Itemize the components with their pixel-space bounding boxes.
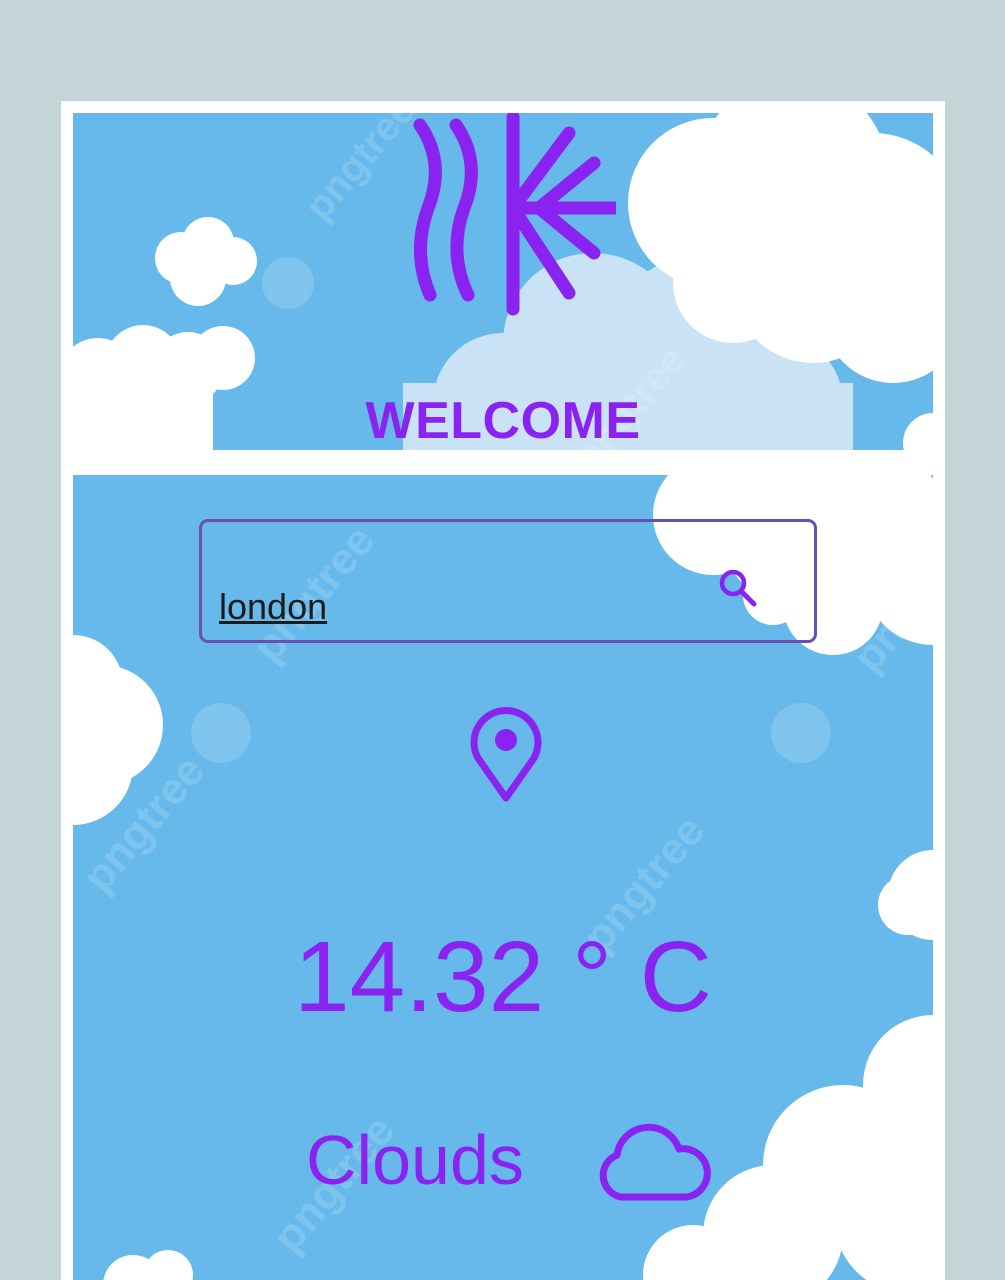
cloud-icon	[599, 1123, 711, 1201]
svg-text:pngtree: pngtree	[296, 113, 424, 229]
weather-card: pngtree pngtree WELCOME pngtree pngtree …	[61, 101, 945, 1280]
welcome-heading: WELCOME	[365, 392, 641, 450]
temperature-value: 14.32 ° C	[293, 921, 713, 1033]
header-banner: pngtree pngtree WELCOME	[73, 113, 933, 450]
weather-panel: pngtree pngtree pngtree pngtree pngtree …	[73, 475, 933, 1280]
wind-snowflake-icon	[413, 113, 616, 316]
city-search-field[interactable]: london	[199, 519, 817, 643]
weather-condition: Clouds	[306, 1121, 524, 1199]
map-pin-icon	[470, 707, 542, 802]
search-icon[interactable]	[716, 566, 762, 612]
search-input[interactable]: london	[219, 586, 327, 628]
